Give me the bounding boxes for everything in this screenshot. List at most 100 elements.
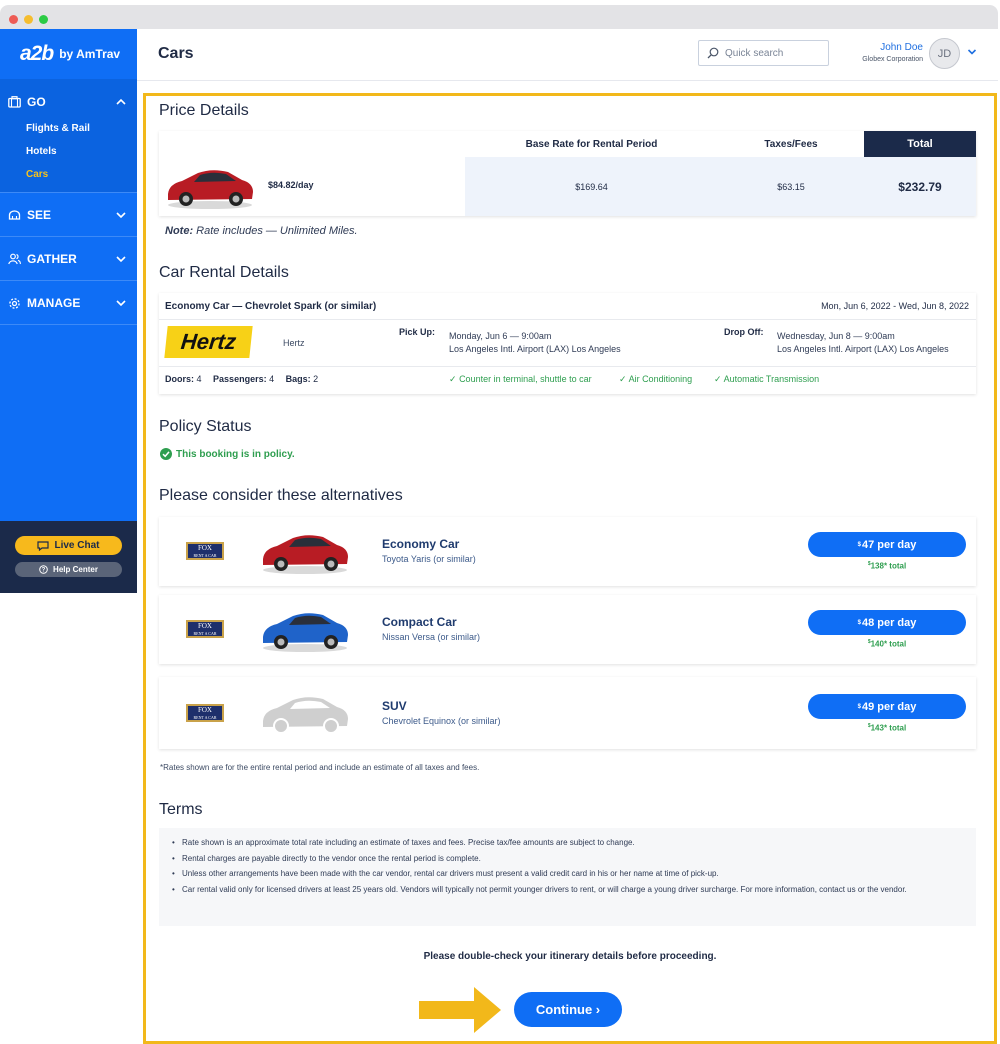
policy-status-heading: Policy Status <box>159 418 252 435</box>
total-price: 143* total <box>870 723 907 733</box>
terms-text: Rental charges are payable directly to t… <box>182 853 481 863</box>
sidebar-item-hotels[interactable]: Hotels <box>26 146 57 157</box>
sidebar-item-flights-rail[interactable]: Flights & Rail <box>26 123 90 134</box>
app-logo[interactable]: a2b by AmTrav <box>0 29 137 79</box>
bags-value: 2 <box>313 374 319 384</box>
sidebar: a2b by AmTrav GO Flights & Rail Hotels C… <box>0 29 137 593</box>
nav-manage-label: MANAGE <box>27 296 81 310</box>
chevron-down-icon[interactable] <box>115 297 127 309</box>
base-rate-header: Base Rate for Rental Period <box>525 138 658 150</box>
alternative-name: Compact Car <box>382 615 457 629</box>
alternative-total: $138* total <box>808 561 966 571</box>
nav-section-go: GO Flights & Rail Hotels Cars <box>0 79 137 193</box>
live-chat-label: Live Chat <box>54 540 100 551</box>
arrow-right-icon <box>419 987 501 1033</box>
taxes-value: $63.15 <box>777 181 805 192</box>
nav-see-header[interactable]: SEE <box>8 208 51 222</box>
policy-status-text: This booking is in policy. <box>176 448 295 460</box>
hertz-logo: Hertz <box>164 326 253 358</box>
bags-label: Bags: <box>285 374 311 384</box>
alternative-model: Toyota Yaris (or similar) <box>382 554 476 564</box>
people-icon <box>8 253 21 265</box>
currency-symbol: $ <box>857 619 861 626</box>
minimize-window-button[interactable] <box>24 15 33 24</box>
rate-note-label: Note: <box>165 225 194 237</box>
alternative-total: $143* total <box>808 723 966 733</box>
doors-label: Doors: <box>165 374 194 384</box>
bullet: • <box>172 884 175 894</box>
live-chat-button[interactable]: Live Chat <box>15 536 122 555</box>
fox-logo-line1: FOX <box>197 544 212 552</box>
fox-rent-a-car-logo: FOX RENT A CAR <box>186 620 224 638</box>
alternative-card-economy[interactable]: FOX RENT A CAR Economy Car Toyota Yaris (… <box>159 517 976 586</box>
nav-section-see: SEE <box>0 193 137 237</box>
fox-logo-line1: FOX <box>197 706 212 714</box>
avatar[interactable]: JD <box>929 38 960 69</box>
alternative-price-button[interactable]: $48 per day <box>808 610 966 635</box>
user-organization: Globex Corporation <box>862 56 923 63</box>
check-icon: ✓ <box>449 374 457 384</box>
alternatives-footnote: *Rates shown are for the entire rental p… <box>160 763 480 772</box>
quick-search-input[interactable]: Quick search <box>698 40 829 66</box>
double-check-message: Please double-check your itinerary detai… <box>423 951 717 962</box>
feature-automatic-transmission: ✓ Automatic Transmission <box>714 374 819 385</box>
feature-label: Air Conditioning <box>628 374 693 384</box>
alternative-name: Economy Car <box>382 537 460 551</box>
feature-label: Counter in terminal, shuttle to car <box>459 374 592 384</box>
price-per-day: 47 per day <box>861 538 917 551</box>
terms-text: Car rental valid only for licensed drive… <box>182 884 907 894</box>
chevron-down-icon[interactable] <box>115 253 127 265</box>
terms-heading: Terms <box>159 801 203 818</box>
nav-go-header[interactable]: GO <box>8 95 46 109</box>
user-name[interactable]: John Doe <box>837 42 923 53</box>
nav-manage-header[interactable]: MANAGE <box>8 296 80 310</box>
help-center-label: Help Center <box>53 565 98 574</box>
rate-note: Note: Rate includes — Unlimited Miles. <box>165 225 358 237</box>
alternative-card-suv[interactable]: FOX RENT A CAR SUV Chevrolet Equinox (or … <box>159 677 976 749</box>
help-circle-icon: ? <box>39 565 48 574</box>
chat-bubble-icon <box>37 540 50 551</box>
bullet: • <box>172 838 175 847</box>
alternative-name: SUV <box>382 699 407 713</box>
help-center-button[interactable]: ? Help Center <box>15 562 122 577</box>
fox-logo-line1: FOX <box>197 622 212 630</box>
sidebar-item-cars[interactable]: Cars <box>26 169 48 180</box>
terms-item: • Rental charges are payable directly to … <box>172 854 952 865</box>
svg-text:?: ? <box>42 568 46 574</box>
continue-button[interactable]: Continue › <box>514 992 622 1027</box>
nav-go-label: GO <box>27 95 46 109</box>
gear-icon <box>9 297 20 309</box>
dropoff-label: Drop Off: <box>724 327 764 337</box>
price-per-day: 49 per day <box>861 700 917 713</box>
nav-gather-label: GATHER <box>27 252 77 266</box>
search-icon <box>707 47 719 59</box>
maximize-window-button[interactable] <box>39 15 48 24</box>
currency-symbol: $ <box>857 703 861 710</box>
terms-text: Unless other arrangements have been made… <box>182 869 719 878</box>
terms-item: • Rate shown is an approximate total rate… <box>172 838 952 849</box>
terms-item: • Car rental valid only for licensed driv… <box>172 885 952 896</box>
daily-rate: $84.82/day <box>268 180 314 190</box>
price-details-heading: Price Details <box>159 102 249 119</box>
chevron-down-icon[interactable] <box>115 209 127 221</box>
alternative-price-button[interactable]: $49 per day <box>808 694 966 719</box>
top-header: Cars Quick search John Doe Globex Corpor… <box>137 29 998 81</box>
price-details-card: Base Rate for Rental Period Taxes/Fees T… <box>159 131 976 216</box>
fox-logo-line2: RENT A CAR <box>193 553 217 558</box>
alternative-price-button[interactable]: $47 per day <box>808 532 966 557</box>
nav-gather-header[interactable]: GATHER <box>8 252 77 266</box>
alternative-card-compact[interactable]: FOX RENT A CAR Compact Car Nissan Versa (… <box>159 595 976 664</box>
pickup-label: Pick Up: <box>399 327 436 337</box>
bullet: • <box>172 853 175 863</box>
chevron-down-icon[interactable] <box>967 48 977 56</box>
close-window-button[interactable] <box>9 15 18 24</box>
check-circle-icon <box>160 448 172 460</box>
rental-date-range: Mon, Jun 6, 2022 - Wed, Jun 8, 2022 <box>821 301 969 311</box>
chevron-up-icon[interactable] <box>115 96 127 108</box>
dropoff-location: Los Angeles Intl. Airport (LAX) Los Ange… <box>777 344 949 354</box>
car-rental-details-heading: Car Rental Details <box>159 264 289 281</box>
alternatives-heading: Please consider these alternatives <box>159 487 403 504</box>
nav-see-label: SEE <box>27 208 52 222</box>
app-window: a2b by AmTrav GO Flights & Rail Hotels C… <box>0 5 998 1044</box>
doors-value: 4 <box>196 374 202 384</box>
